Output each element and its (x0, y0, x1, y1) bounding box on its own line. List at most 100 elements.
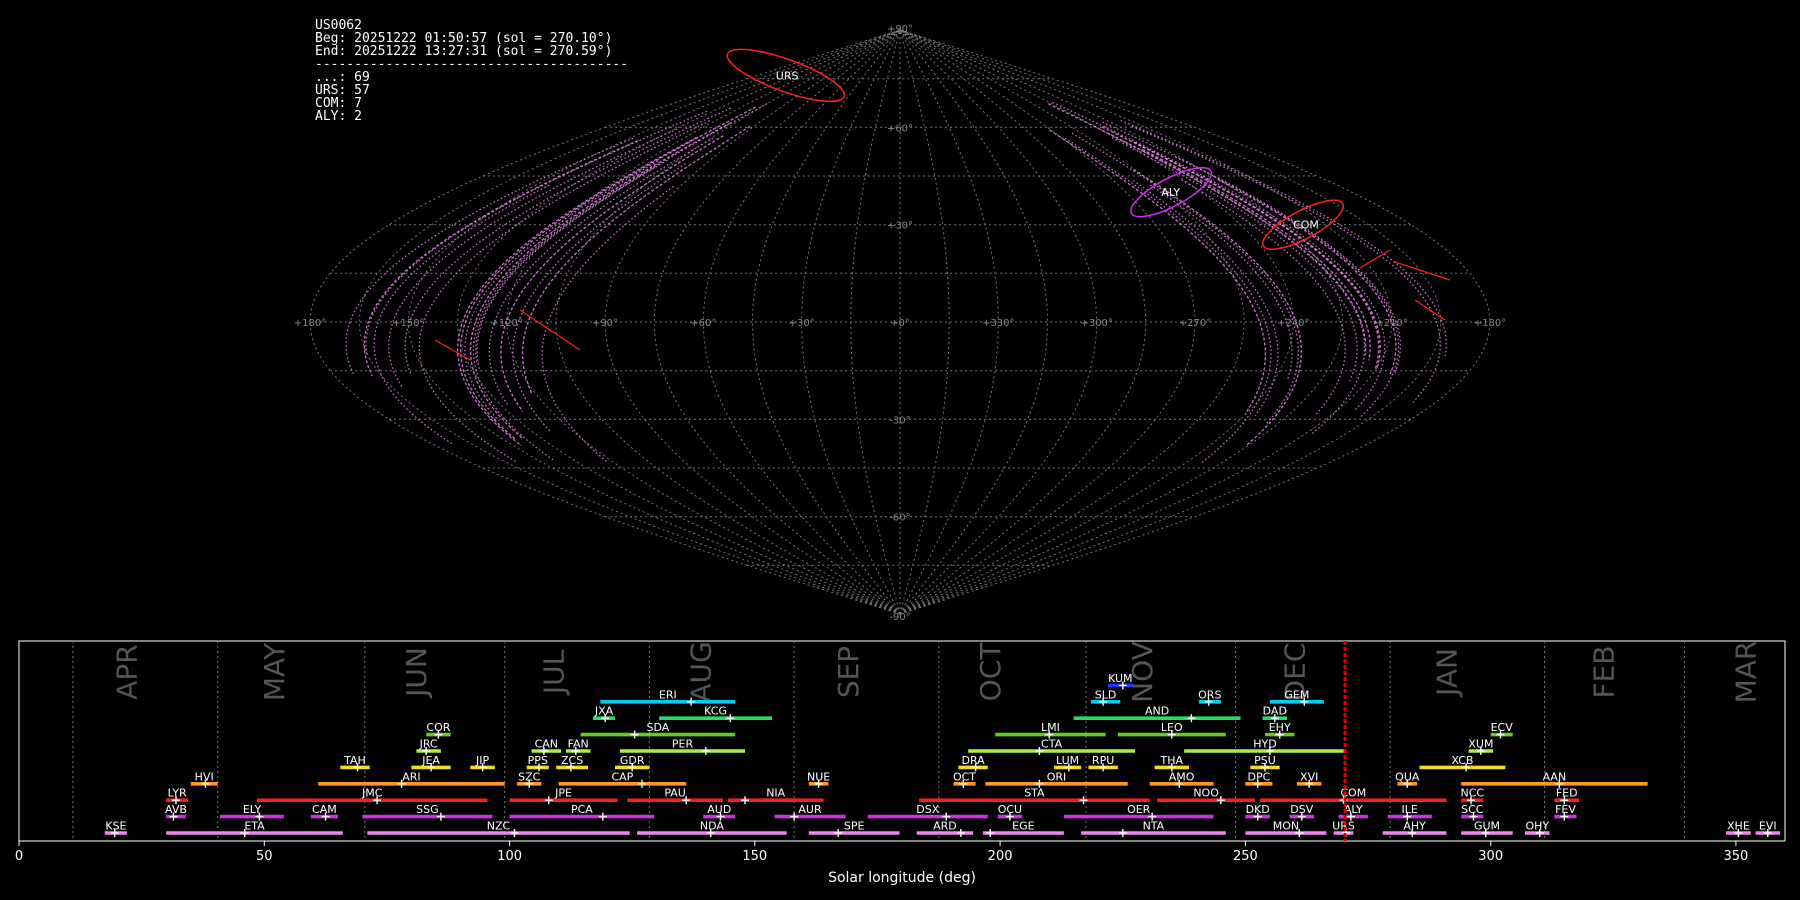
latitude-tick-label: -30° (889, 415, 910, 426)
radiant-label: ALY (1161, 186, 1180, 199)
info-line-count-aly: ALY: 2 (315, 109, 362, 124)
shower-label: CTA (1041, 738, 1063, 751)
shower-label: AVB (165, 803, 187, 816)
shower-label: LYR (168, 787, 187, 800)
longitude-tick-label: +120° (490, 318, 522, 329)
shower-label: ELY (243, 803, 262, 816)
radiant-label: COM (1293, 219, 1319, 232)
shower-label: AMO (1169, 770, 1195, 783)
shower-label: NIA (766, 787, 785, 800)
longitude-tick-label: +60° (690, 318, 716, 329)
chart-canvas: URS ALY COM +180° +150° +120° +90° +60° +30° +0°… (0, 0, 1800, 900)
shower-label: JMC (361, 787, 383, 800)
shower-label: GDR (620, 754, 645, 767)
x-tick-label: 0 (15, 849, 23, 864)
shower-label: PSU (1254, 754, 1276, 767)
longitude-tick-label: +30° (789, 318, 815, 329)
month-label: AUG (685, 641, 718, 702)
shower-label: KUM (1108, 672, 1132, 685)
shower-label: DAD (1263, 705, 1287, 718)
shower-label: ERI (659, 688, 677, 701)
shower-label: PCA (571, 803, 593, 816)
shower-label: FED (1556, 787, 1578, 800)
month-label: JUL (538, 649, 571, 696)
shower-label: CAP (611, 770, 633, 783)
x-tick-label: 200 (988, 849, 1013, 864)
shower-label: ARD (933, 820, 957, 833)
shower-label: FAN (568, 738, 589, 751)
shower-label: JEA (421, 754, 440, 767)
shower-label: DRA (961, 754, 985, 767)
latitude-tick-label: -90° (889, 612, 910, 623)
shower-label: EHY (1269, 721, 1291, 734)
month-label: OCT (974, 642, 1007, 702)
shower-label: ETA (244, 820, 265, 833)
shower-label: STA (1024, 787, 1045, 800)
longitude-tick-label: +300° (1080, 318, 1112, 329)
shower-label: KCG (704, 705, 727, 718)
shower-label: HVI (195, 770, 214, 783)
shower-label: ORS (1198, 688, 1221, 701)
shower-label: SCC (1461, 803, 1484, 816)
month-label: JAN (1430, 648, 1463, 698)
shower-label: PER (672, 738, 694, 751)
month-label: JUN (400, 647, 433, 699)
shower-label: EGE (1012, 820, 1034, 833)
shower-label: AAN (1543, 770, 1567, 783)
shower-label: SDA (647, 721, 670, 734)
latitude-tick-label: +60° (887, 123, 913, 134)
shower-label: SPE (844, 820, 865, 833)
shower-label: GEM (1284, 688, 1309, 701)
shower-label: OCU (998, 803, 1022, 816)
shower-label: EVI (1759, 820, 1777, 833)
shower-label: AHY (1403, 820, 1426, 833)
month-label: MAY (258, 642, 291, 701)
x-tick-label: 100 (497, 849, 522, 864)
month-label: FEB (1587, 645, 1620, 698)
shower-label: SLD (1095, 688, 1117, 701)
shower-label: PPS (528, 754, 548, 767)
shower-label: JRC (419, 738, 438, 751)
shower-label: OER (1127, 803, 1151, 816)
shower-label: ALY (1344, 803, 1363, 816)
shower-label: LMI (1041, 721, 1060, 734)
shower-label: AUR (798, 803, 822, 816)
shower-label: COR (426, 721, 450, 734)
shower-label: LUM (1056, 754, 1079, 767)
shower-label: NOO (1193, 787, 1219, 800)
shower-label: DPC (1248, 770, 1271, 783)
shower-label: NCC (1461, 787, 1485, 800)
shower-label: GUM (1474, 820, 1500, 833)
shower-label: ZCS (561, 754, 583, 767)
longitude-tick-label: +330° (982, 318, 1014, 329)
longitude-tick-label: +240° (1277, 318, 1309, 329)
shower-label: FEV (1555, 803, 1576, 816)
shower-label: ILE (1402, 803, 1418, 816)
longitude-tick-label: +180° (294, 318, 326, 329)
radiant-label: URS (776, 69, 799, 82)
shower-label: DSX (916, 803, 939, 816)
shower-label: THA (1160, 754, 1184, 767)
shower-label: QUA (1395, 770, 1420, 783)
x-tick-label: 150 (742, 849, 767, 864)
longitude-tick-label: +90° (592, 318, 618, 329)
shower-label: RPU (1092, 754, 1114, 767)
longitude-tick-label: +150° (392, 318, 424, 329)
shower-label: DKD (1246, 803, 1270, 816)
shower-label: JPE (554, 787, 572, 800)
shower-label: KSE (105, 820, 126, 833)
longitude-tick-label: +270° (1179, 318, 1211, 329)
x-axis-label: Solar longitude (deg) (828, 870, 976, 886)
longitude-tick-label: +180° (1474, 318, 1506, 329)
x-tick-label: 300 (1478, 849, 1503, 864)
shower-label: ORI (1047, 770, 1067, 783)
shower-label: NDA (700, 820, 725, 833)
shower-label: OCT (953, 770, 976, 783)
shower-label: XVI (1300, 770, 1318, 783)
shower-label: AUD (707, 803, 731, 816)
shower-label: OHY (1525, 820, 1549, 833)
shower-label: TAH (343, 754, 366, 767)
month-label: MAR (1730, 641, 1763, 704)
longitude-tick-label: +0° (890, 318, 910, 329)
shower-label: AND (1145, 705, 1169, 718)
